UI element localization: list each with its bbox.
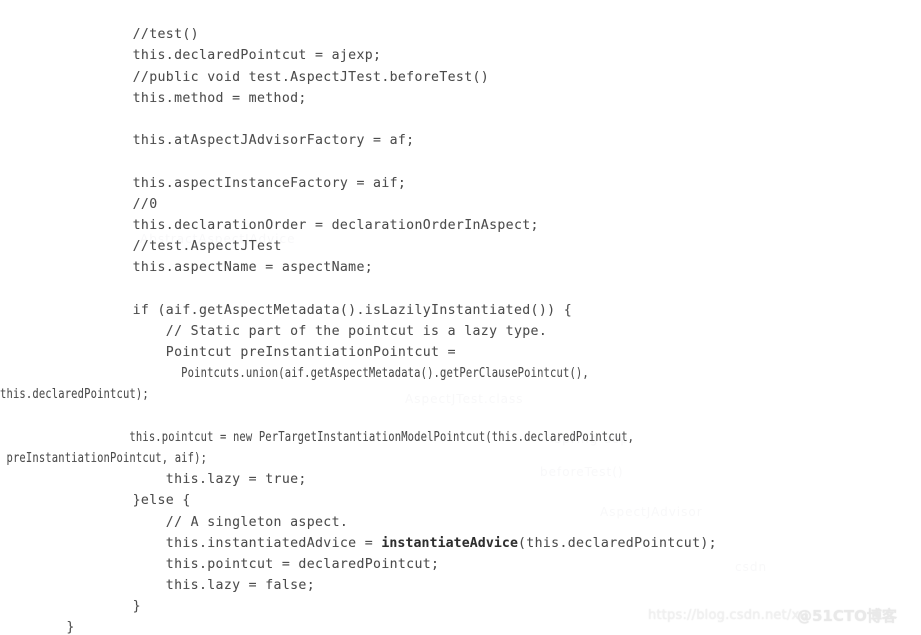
code-line: this.method = method;	[0, 90, 307, 106]
code-line: if (aif.getAspectMetadata().isLazilyInst…	[0, 302, 572, 318]
bold-method-call: instantiateAdvice	[381, 535, 519, 551]
code-line: //test.AspectJTest	[0, 239, 282, 255]
code-line: this.pointcut = new PerTargetInstantiati…	[0, 429, 635, 445]
code-line: this.atAspectJAdvisorFactory = af;	[0, 133, 415, 149]
code-line: //test()	[0, 27, 199, 43]
code-screenshot: AbstractAspectJAdvice AspectJTest.class …	[0, 0, 921, 635]
code-line: this.aspectInstanceFactory = aif;	[0, 175, 407, 191]
code-line: //public void test.AspectJTest.beforeTes…	[0, 69, 490, 85]
code-line: Pointcuts.union(aif.getAspectMetadata().…	[0, 366, 589, 382]
code-block: //test() this.declaredPointcut = ajexp; …	[0, 13, 921, 635]
code-line: this.declaredPointcut = ajexp;	[0, 48, 382, 64]
code-line: //0	[0, 196, 158, 212]
code-line: this.lazy = true;	[0, 472, 307, 488]
csdn-url-watermark: https://blog.csdn.net/xu	[648, 608, 808, 623]
code-line: this.declarationOrder = declarationOrder…	[0, 217, 539, 233]
code-line: }else {	[0, 493, 191, 509]
code-line: this.instantiatedAdvice = instantiateAdv…	[0, 535, 717, 551]
code-line: this.lazy = false;	[0, 578, 316, 594]
code-line: this.declaredPointcut);	[0, 387, 149, 403]
code-line: this.pointcut = declaredPointcut;	[0, 556, 440, 572]
51cto-brand-watermark: @51CTO博客	[797, 607, 897, 625]
code-line: this.aspectName = aspectName;	[0, 260, 374, 276]
code-line: preInstantiationPointcut, aif);	[0, 450, 208, 466]
code-line: // A singleton aspect.	[0, 514, 349, 530]
code-line: Pointcut preInstantiationPointcut =	[0, 345, 456, 360]
code-line: // Static part of the pointcut is a lazy…	[0, 323, 548, 339]
